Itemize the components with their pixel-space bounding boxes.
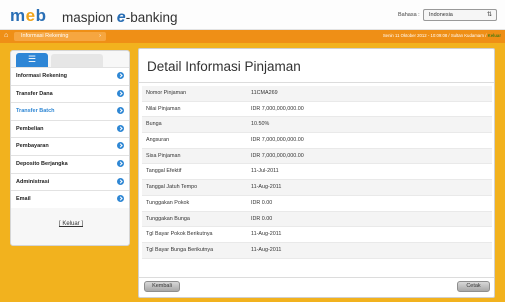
table-row: Bunga 10.50% <box>142 117 492 134</box>
row-value: IDR 0.00 <box>251 215 273 222</box>
table-row: Nilai Pinjaman IDR 7,000,000,000.00 <box>142 102 492 118</box>
row-label: Tgl Bayar Bunga Berikutnya <box>146 246 214 253</box>
row-label: Nomor Pinjaman <box>146 90 187 96</box>
sidebar-item-administrasi[interactable]: Administrasi <box>11 172 129 191</box>
row-value: IDR 7,000,000,000.00 <box>251 152 304 159</box>
sidebar-menu: Informasi Rekening Transfer Dana Transfer … <box>11 67 129 208</box>
table-row: Angsuran IDR 7,000,000,000.00 <box>142 133 492 149</box>
language-select[interactable]: Indonesia ⇅ <box>423 9 497 21</box>
breadcrumb-separator-icon: › <box>99 33 101 39</box>
brand-title: maspion e-banking <box>62 9 178 26</box>
logout-link-sidebar[interactable]: [ Keluar ] <box>11 221 131 227</box>
chevron-down-icon: ⇅ <box>486 12 492 18</box>
row-label: Tanggal Efektif <box>146 168 182 175</box>
sidebar-item-pembayaran[interactable]: Pembayaran <box>11 137 129 155</box>
row-value: IDR 7,000,000,000.00 <box>251 105 304 112</box>
loan-detail-table: Nomor Pinjaman 11CMA269 Nilai Pinjaman IDR … <box>142 86 492 259</box>
sidebar-item-transfer-batch[interactable]: Transfer Batch <box>11 102 129 120</box>
sidebar-item-label: Informasi Rekening <box>16 73 68 79</box>
chevron-right-icon <box>117 89 124 97</box>
home-icon[interactable]: ⌂ <box>4 32 8 39</box>
chevron-right-icon <box>117 195 124 203</box>
row-value: 11-Aug-2011 <box>251 184 282 191</box>
sidebar-item-label: Deposito Berjangka <box>16 160 68 167</box>
table-row: Tanggal Efektif 11-Jul-2011 <box>142 164 492 181</box>
table-row: Sisa Pinjaman IDR 7,000,000,000.00 <box>142 148 492 165</box>
row-value: IDR 7,000,000,000.00 <box>251 137 304 144</box>
chevron-right-icon <box>117 107 124 115</box>
meb-logo[interactable]: meb <box>10 6 46 26</box>
page-title: Detail Informasi Pinjaman <box>147 59 301 74</box>
chevron-right-icon <box>117 124 124 132</box>
row-label: Bunga <box>146 121 162 128</box>
sidebar-item-label: Pembelian <box>16 125 44 132</box>
sidebar: ☰ Informasi Rekening Transfer Dana Transfe… <box>10 50 130 246</box>
row-label: Nilai Pinjaman <box>146 105 181 112</box>
chevron-right-icon <box>117 72 124 79</box>
sidebar-item-pembelian[interactable]: Pembelian <box>11 119 129 138</box>
divider <box>139 277 494 278</box>
table-row: Nomor Pinjaman 11CMA269 <box>142 86 492 102</box>
chevron-right-icon <box>117 177 124 185</box>
top-header: meb maspion e-banking Bahasa : Indonesia… <box>0 0 505 30</box>
row-label: Angsuran <box>146 137 170 144</box>
print-button[interactable]: Cetak <box>457 281 490 292</box>
sidebar-item-informasi-rekening[interactable]: Informasi Rekening <box>11 67 129 85</box>
main-panel: Detail Informasi Pinjaman Nomor Pinjaman… <box>138 48 495 298</box>
breadcrumb-tab[interactable]: Informasi Rekening › <box>14 32 106 41</box>
sidebar-item-transfer-dana[interactable]: Transfer Dana <box>11 84 129 103</box>
session-info: Senin 11 Oktober 2012 - 10:09:08 / Sulta… <box>382 33 501 38</box>
back-button[interactable]: Kembali <box>144 281 180 292</box>
sidebar-item-email[interactable]: Email <box>11 190 129 208</box>
row-value: IDR 0.00 <box>251 199 273 206</box>
row-label: Tgl Bayar Pokok Berikutnya <box>146 231 213 238</box>
row-label: Tunggakan Bunga <box>146 215 190 222</box>
sidebar-item-label: Email <box>16 196 31 203</box>
sidebar-item-label: Transfer Dana <box>16 90 53 97</box>
menu-list-icon[interactable]: ☰ <box>16 53 48 67</box>
row-label: Tunggakan Pokok <box>146 199 190 206</box>
table-row: Tunggakan Bunga IDR 0.00 <box>142 211 492 228</box>
nav-bar: ⌂ Informasi Rekening › Senin 11 Oktober 2… <box>0 30 505 43</box>
sidebar-tab-secondary[interactable] <box>51 54 103 67</box>
row-label: Tanggal Jatuh Tempo <box>146 184 198 191</box>
chevron-right-icon <box>117 159 124 167</box>
sidebar-item-label: Pembayaran <box>16 143 49 150</box>
row-value: 11-Jul-2011 <box>251 168 279 175</box>
divider <box>139 82 494 83</box>
table-row: Tgl Bayar Pokok Berikutnya 11-Aug-2011 <box>142 227 492 243</box>
table-row: Tanggal Jatuh Tempo 11-Aug-2011 <box>142 180 492 196</box>
language-label: Bahasa : <box>398 12 420 18</box>
row-value: 11CMA269 <box>251 90 278 96</box>
sidebar-tabs: ☰ <box>11 51 129 67</box>
sidebar-item-deposito-berjangka[interactable]: Deposito Berjangka <box>11 154 129 173</box>
row-value: 11-Aug-2011 <box>251 246 282 253</box>
table-row: Tunggakan Pokok IDR 0.00 <box>142 196 492 212</box>
chevron-right-icon <box>117 142 124 150</box>
table-row: Tgl Bayar Bunga Berikutnya 11-Aug-2011 <box>142 242 492 259</box>
row-label: Sisa Pinjaman <box>146 152 181 159</box>
logout-link[interactable]: Keluar <box>488 33 501 38</box>
sidebar-item-label: Administrasi <box>16 178 50 185</box>
sidebar-item-label: Transfer Batch <box>16 108 55 115</box>
row-value: 10.50% <box>251 121 270 128</box>
row-value: 11-Aug-2011 <box>251 231 282 238</box>
